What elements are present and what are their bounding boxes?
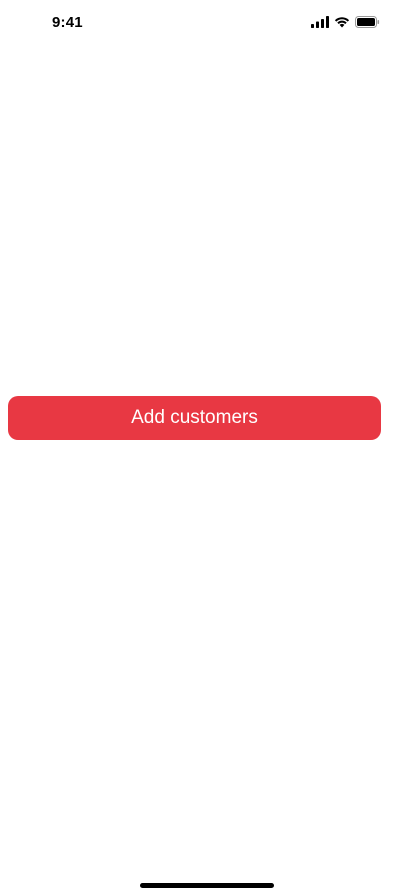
status-icons xyxy=(311,16,380,28)
status-bar: 9:41 xyxy=(0,0,414,44)
add-customers-label: Add customers xyxy=(131,407,258,428)
status-time: 9:41 xyxy=(52,14,83,31)
screen: 9:41 Add customers xyxy=(0,0,414,896)
wifi-icon xyxy=(334,16,350,28)
battery-icon xyxy=(355,16,380,28)
cellular-signal-icon xyxy=(311,16,329,28)
add-customers-button[interactable]: Add customers xyxy=(8,396,381,440)
home-indicator[interactable] xyxy=(140,883,274,888)
